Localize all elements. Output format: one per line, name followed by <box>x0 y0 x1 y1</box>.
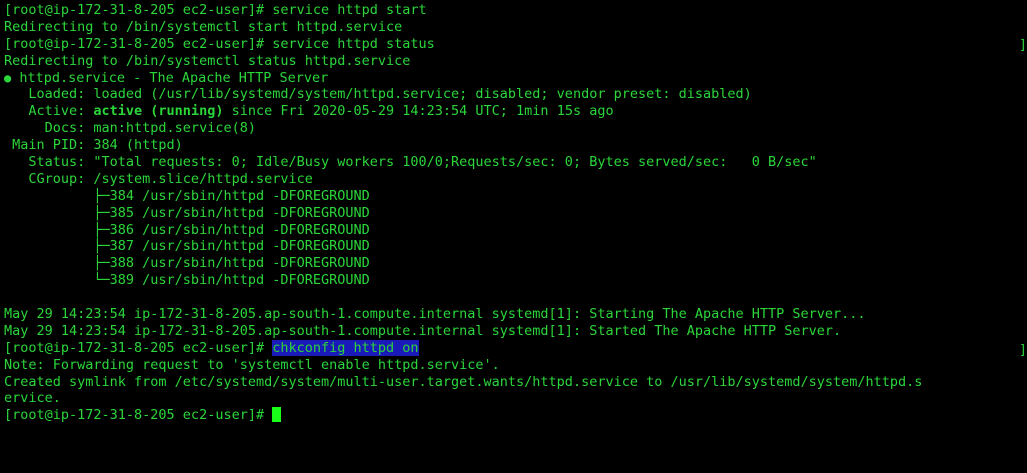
terminal-line: Note: Forwarding request to 'systemctl e… <box>4 356 500 373</box>
terminal-line: [root@ip-172-31-8-205 ec2-user]# chkconf… <box>4 339 1027 357</box>
terminal-line: [root@ip-172-31-8-205 ec2-user]# service… <box>4 35 435 52</box>
log-line: May 29 14:23:54 ip-172-31-8-205.ap-south… <box>4 322 842 339</box>
current-prompt-line[interactable]: [root@ip-172-31-8-205 ec2-user]# <box>4 407 1027 424</box>
process-tree-line: ├─388 /usr/sbin/httpd -DFOREGROUND <box>4 255 370 272</box>
scroll-edge-mark: ] <box>1019 38 1027 53</box>
terminal-line: Status: "Total requests: 0; Idle/Busy wo… <box>4 154 817 171</box>
active-status: active (running) <box>93 103 224 120</box>
log-line: May 29 14:23:54 ip-172-31-8-205.ap-south… <box>4 306 866 323</box>
scroll-edge-mark: ] <box>1019 343 1027 358</box>
terminal-line: [root@ip-172-31-8-205 ec2-user]# service… <box>4 2 427 18</box>
terminal-line: ervice. <box>4 390 61 407</box>
terminal-line: ● httpd.service - The Apache HTTP Server <box>4 70 1027 87</box>
shell-prompt: [root@ip-172-31-8-205 ec2-user]# <box>4 339 273 356</box>
process-tree-line: ├─387 /usr/sbin/httpd -DFOREGROUND <box>4 238 370 255</box>
terminal-line: Redirecting to /bin/systemctl status htt… <box>4 52 411 69</box>
active-label: Active: <box>4 103 94 120</box>
selected-command[interactable]: chkconfig httpd on <box>272 339 419 356</box>
process-tree-line: └─389 /usr/sbin/httpd -DFOREGROUND <box>4 272 370 289</box>
terminal-line: Loaded: loaded (/usr/lib/systemd/system/… <box>4 86 752 103</box>
terminal-output: [root@ip-172-31-8-205 ec2-user]# service… <box>4 2 1027 424</box>
terminal-line: Created symlink from /etc/systemd/system… <box>4 373 923 390</box>
service-title: httpd.service - The Apache HTTP Server <box>11 69 329 86</box>
text-cursor <box>272 407 282 423</box>
terminal-line: Active: active (running) since Fri 2020-… <box>4 103 1027 120</box>
shell-prompt: [root@ip-172-31-8-205 ec2-user]# <box>4 407 273 424</box>
process-tree-line: ├─386 /usr/sbin/httpd -DFOREGROUND <box>4 221 370 238</box>
terminal-line: Main PID: 384 (httpd) <box>4 137 183 154</box>
terminal-line: Redirecting to /bin/systemctl start http… <box>4 18 403 35</box>
process-tree-line: ├─384 /usr/sbin/httpd -DFOREGROUND <box>4 187 370 204</box>
process-tree-line: ├─385 /usr/sbin/httpd -DFOREGROUND <box>4 204 370 221</box>
terminal-line: Docs: man:httpd.service(8) <box>4 120 256 137</box>
active-since: since Fri 2020-05-29 14:23:54 UTC; 1min … <box>223 103 614 120</box>
terminal-line: CGroup: /system.slice/httpd.service <box>4 170 313 187</box>
terminal-window[interactable]: [root@ip-172-31-8-205 ec2-user]# service… <box>0 0 1027 473</box>
